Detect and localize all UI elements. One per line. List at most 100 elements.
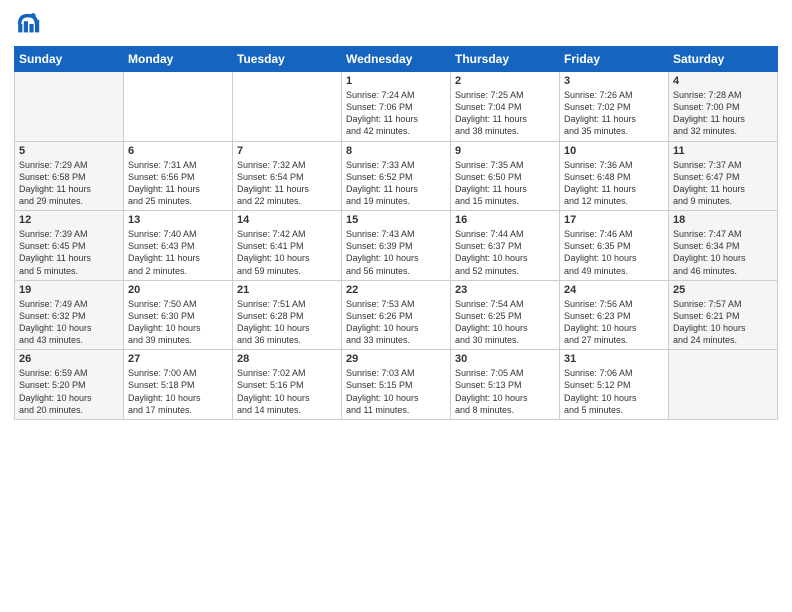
day-info: Sunrise: 7:35 AM Sunset: 6:50 PM Dayligh…	[455, 159, 555, 208]
calendar-cell: 16Sunrise: 7:44 AM Sunset: 6:37 PM Dayli…	[451, 211, 560, 281]
calendar-cell: 20Sunrise: 7:50 AM Sunset: 6:30 PM Dayli…	[124, 280, 233, 350]
calendar-cell: 18Sunrise: 7:47 AM Sunset: 6:34 PM Dayli…	[669, 211, 778, 281]
calendar-cell	[15, 72, 124, 142]
day-info: Sunrise: 7:24 AM Sunset: 7:06 PM Dayligh…	[346, 89, 446, 138]
calendar-cell: 31 Sunrise: 7:06 AM Sunset: 5:12 PM Dayli…	[560, 350, 669, 420]
day-number: 3	[564, 75, 664, 87]
day-info: Sunrise: 7:06 AM Sunset: 5:12 PM Dayligh…	[564, 367, 664, 416]
calendar-cell: 11Sunrise: 7:37 AM Sunset: 6:47 PM Dayli…	[669, 141, 778, 211]
calendar-cell: 14Sunrise: 7:42 AM Sunset: 6:41 PM Dayli…	[233, 211, 342, 281]
day-info: Sunrise: 7:32 AM Sunset: 6:54 PM Dayligh…	[237, 159, 337, 208]
day-number: 29	[346, 353, 446, 365]
day-info: Sunrise: 7:49 AM Sunset: 6:32 PM Dayligh…	[19, 298, 119, 347]
day-number: 4	[673, 75, 773, 87]
day-info: Sunrise: 7:39 AM Sunset: 6:45 PM Dayligh…	[19, 228, 119, 277]
day-info: Sunrise: 7:26 AM Sunset: 7:02 PM Dayligh…	[564, 89, 664, 138]
header	[14, 10, 778, 38]
day-number: 24	[564, 284, 664, 296]
day-info: Sunrise: 7:02 AM Sunset: 5:16 PM Dayligh…	[237, 367, 337, 416]
page: SundayMondayTuesdayWednesdayThursdayFrid…	[0, 0, 792, 612]
day-number: 18	[673, 214, 773, 226]
day-info: Sunrise: 7:37 AM Sunset: 6:47 PM Dayligh…	[673, 159, 773, 208]
calendar-cell: 29Sunrise: 7:03 AM Sunset: 5:15 PM Dayli…	[342, 350, 451, 420]
weekday-friday: Friday	[560, 47, 669, 72]
day-number: 22	[346, 284, 446, 296]
weekday-thursday: Thursday	[451, 47, 560, 72]
day-info: Sunrise: 7:50 AM Sunset: 6:30 PM Dayligh…	[128, 298, 228, 347]
calendar-cell: 4 Sunrise: 7:28 AM Sunset: 7:00 PM Daylig…	[669, 72, 778, 142]
calendar-table: SundayMondayTuesdayWednesdayThursdayFrid…	[14, 46, 778, 420]
day-info: Sunrise: 7:31 AM Sunset: 6:56 PM Dayligh…	[128, 159, 228, 208]
calendar-row-2: 12 Sunrise: 7:39 AM Sunset: 6:45 PM Dayli…	[15, 211, 778, 281]
day-number: 26	[19, 353, 119, 365]
day-number: 30	[455, 353, 555, 365]
day-info: Sunrise: 7:29 AM Sunset: 6:58 PM Dayligh…	[19, 159, 119, 208]
day-info: Sunrise: 7:28 AM Sunset: 7:00 PM Dayligh…	[673, 89, 773, 138]
day-number: 31	[564, 353, 664, 365]
calendar-cell: 19 Sunrise: 7:49 AM Sunset: 6:32 PM Dayli…	[15, 280, 124, 350]
weekday-sunday: Sunday	[15, 47, 124, 72]
calendar-cell: 7 Sunrise: 7:32 AM Sunset: 6:54 PM Daylig…	[233, 141, 342, 211]
logo-icon	[14, 10, 42, 38]
day-info: Sunrise: 7:53 AM Sunset: 6:26 PM Dayligh…	[346, 298, 446, 347]
calendar-row-1: 5 Sunrise: 7:29 AM Sunset: 6:58 PM Daylig…	[15, 141, 778, 211]
calendar-cell: 27 Sunrise: 7:00 AM Sunset: 5:18 PM Dayli…	[124, 350, 233, 420]
calendar-cell: 8Sunrise: 7:33 AM Sunset: 6:52 PM Daylig…	[342, 141, 451, 211]
day-number: 8	[346, 145, 446, 157]
day-info: Sunrise: 7:42 AM Sunset: 6:41 PM Dayligh…	[237, 228, 337, 277]
day-number: 7	[237, 145, 337, 157]
calendar-cell	[669, 350, 778, 420]
day-info: Sunrise: 7:56 AM Sunset: 6:23 PM Dayligh…	[564, 298, 664, 347]
day-info: Sunrise: 7:05 AM Sunset: 5:13 PM Dayligh…	[455, 367, 555, 416]
calendar-cell: 25 Sunrise: 7:57 AM Sunset: 6:21 PM Dayli…	[669, 280, 778, 350]
calendar-cell: 5 Sunrise: 7:29 AM Sunset: 6:58 PM Daylig…	[15, 141, 124, 211]
calendar-row-0: 1 Sunrise: 7:24 AM Sunset: 7:06 PM Daylig…	[15, 72, 778, 142]
calendar-cell: 3 Sunrise: 7:26 AM Sunset: 7:02 PM Daylig…	[560, 72, 669, 142]
calendar-cell: 6 Sunrise: 7:31 AM Sunset: 6:56 PM Daylig…	[124, 141, 233, 211]
day-number: 6	[128, 145, 228, 157]
day-number: 28	[237, 353, 337, 365]
day-number: 5	[19, 145, 119, 157]
weekday-wednesday: Wednesday	[342, 47, 451, 72]
day-info: Sunrise: 7:57 AM Sunset: 6:21 PM Dayligh…	[673, 298, 773, 347]
day-number: 25	[673, 284, 773, 296]
day-number: 15	[346, 214, 446, 226]
calendar-cell: 24 Sunrise: 7:56 AM Sunset: 6:23 PM Dayli…	[560, 280, 669, 350]
calendar-cell: 22 Sunrise: 7:53 AM Sunset: 6:26 PM Dayli…	[342, 280, 451, 350]
day-number: 21	[237, 284, 337, 296]
day-number: 12	[19, 214, 119, 226]
calendar-cell: 9 Sunrise: 7:35 AM Sunset: 6:50 PM Daylig…	[451, 141, 560, 211]
day-number: 9	[455, 145, 555, 157]
weekday-saturday: Saturday	[669, 47, 778, 72]
calendar-cell: 23 Sunrise: 7:54 AM Sunset: 6:25 PM Dayli…	[451, 280, 560, 350]
calendar-row-4: 26 Sunrise: 6:59 AM Sunset: 5:20 PM Dayli…	[15, 350, 778, 420]
calendar-cell: 21Sunrise: 7:51 AM Sunset: 6:28 PM Dayli…	[233, 280, 342, 350]
calendar-cell: 26 Sunrise: 6:59 AM Sunset: 5:20 PM Dayli…	[15, 350, 124, 420]
calendar-row-3: 19 Sunrise: 7:49 AM Sunset: 6:32 PM Dayli…	[15, 280, 778, 350]
day-info: Sunrise: 7:54 AM Sunset: 6:25 PM Dayligh…	[455, 298, 555, 347]
day-info: Sunrise: 7:36 AM Sunset: 6:48 PM Dayligh…	[564, 159, 664, 208]
calendar-cell	[233, 72, 342, 142]
calendar-cell: 1 Sunrise: 7:24 AM Sunset: 7:06 PM Daylig…	[342, 72, 451, 142]
day-info: Sunrise: 7:46 AM Sunset: 6:35 PM Dayligh…	[564, 228, 664, 277]
day-number: 19	[19, 284, 119, 296]
day-info: Sunrise: 7:40 AM Sunset: 6:43 PM Dayligh…	[128, 228, 228, 277]
day-number: 17	[564, 214, 664, 226]
day-number: 13	[128, 214, 228, 226]
day-info: Sunrise: 7:00 AM Sunset: 5:18 PM Dayligh…	[128, 367, 228, 416]
day-number: 10	[564, 145, 664, 157]
weekday-header-row: SundayMondayTuesdayWednesdayThursdayFrid…	[15, 47, 778, 72]
day-info: Sunrise: 7:43 AM Sunset: 6:39 PM Dayligh…	[346, 228, 446, 277]
day-number: 27	[128, 353, 228, 365]
day-info: Sunrise: 6:59 AM Sunset: 5:20 PM Dayligh…	[19, 367, 119, 416]
weekday-monday: Monday	[124, 47, 233, 72]
day-number: 23	[455, 284, 555, 296]
calendar-cell: 10 Sunrise: 7:36 AM Sunset: 6:48 PM Dayli…	[560, 141, 669, 211]
day-info: Sunrise: 7:44 AM Sunset: 6:37 PM Dayligh…	[455, 228, 555, 277]
day-number: 1	[346, 75, 446, 87]
day-info: Sunrise: 7:25 AM Sunset: 7:04 PM Dayligh…	[455, 89, 555, 138]
weekday-tuesday: Tuesday	[233, 47, 342, 72]
day-number: 2	[455, 75, 555, 87]
calendar-cell: 13 Sunrise: 7:40 AM Sunset: 6:43 PM Dayli…	[124, 211, 233, 281]
calendar-cell	[124, 72, 233, 142]
